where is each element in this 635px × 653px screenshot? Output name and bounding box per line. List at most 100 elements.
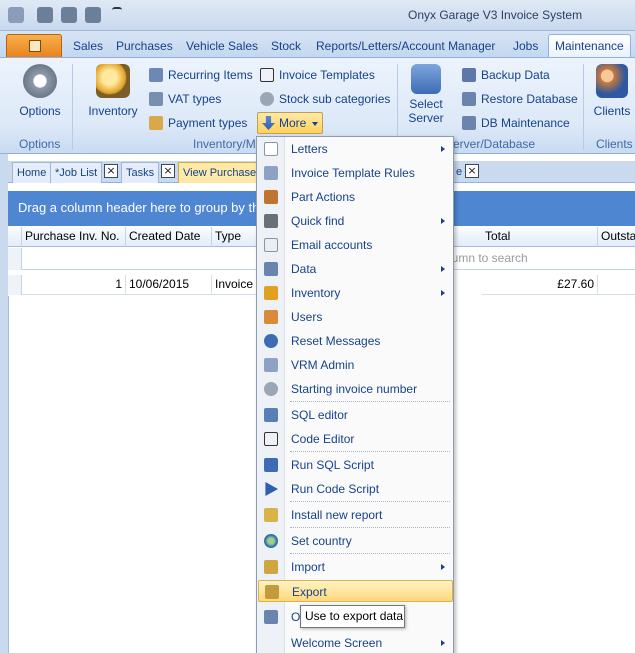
gear-icon xyxy=(264,382,278,396)
menu-item-quick-find[interactable]: Quick find xyxy=(258,210,453,232)
tab-reports[interactable]: Reports/Letters/Account Manager xyxy=(310,36,501,58)
menu-item-label: Set country xyxy=(291,534,352,548)
percent-icon xyxy=(149,92,163,106)
globe-icon xyxy=(264,534,278,548)
column-chooser-icon[interactable] xyxy=(8,227,22,247)
menu-item-welcome-screen[interactable]: Welcome Screen xyxy=(258,632,453,653)
doc-tab-tasks[interactable]: Tasks xyxy=(121,162,160,183)
gear-icon xyxy=(23,64,57,98)
import-icon xyxy=(264,560,278,574)
group-label-server: erver/Database xyxy=(453,137,536,151)
payment-types-button[interactable]: Payment types xyxy=(147,113,247,133)
close-icon[interactable]: × xyxy=(161,164,175,178)
backup-data-label: Backup Data xyxy=(481,68,550,82)
inventory-button-label: Inventory xyxy=(88,104,138,118)
menu-item-set-country[interactable]: Set country xyxy=(258,530,453,552)
menu-item-sql-editor[interactable]: SQL editor xyxy=(258,404,453,426)
pencil-list-icon xyxy=(149,68,163,82)
menu-item-vrm-admin[interactable]: VRM Admin xyxy=(258,354,453,376)
column-header-created-date[interactable]: Created Date xyxy=(126,227,212,247)
tab-stock[interactable]: Stock xyxy=(265,36,307,58)
quick-access-customize-icon[interactable] xyxy=(112,7,122,23)
stock-sub-categories-button[interactable]: Stock sub categories xyxy=(258,89,390,109)
binoculars-icon xyxy=(264,214,278,228)
menu-item-label: Users xyxy=(291,310,323,324)
payment-types-label: Payment types xyxy=(168,116,248,130)
column-header-outstanding[interactable]: Outsta xyxy=(598,227,635,247)
menu-item-label: Welcome Screen xyxy=(291,636,383,650)
menu-item-letters[interactable]: Letters xyxy=(258,138,453,160)
doc-tab-partial[interactable]: e xyxy=(452,162,466,183)
chevron-down-icon xyxy=(312,122,318,126)
cell-created-date: 10/06/2015 xyxy=(126,275,212,295)
menu-item-label: Data xyxy=(291,262,317,276)
menu-item-label: O xyxy=(291,610,301,624)
database-maintenance-icon xyxy=(462,116,476,130)
menu-item-export[interactable]: Export xyxy=(258,580,453,602)
cell-total: £27.60 xyxy=(482,275,598,295)
close-icon[interactable]: × xyxy=(465,164,479,178)
filter-hint: lumn to search xyxy=(449,251,528,265)
application-button[interactable] xyxy=(6,34,62,58)
select-server-button[interactable]: Select Server xyxy=(403,64,449,125)
db-maintenance-button[interactable]: DB Maintenance xyxy=(460,113,570,133)
group-label-options: Options xyxy=(19,137,61,151)
menu-item-email-accounts[interactable]: Email accounts xyxy=(258,234,453,256)
inventory-icon xyxy=(264,286,278,300)
column-header-purchase-inv-no[interactable]: Purchase Inv. No. xyxy=(22,227,126,247)
doc-tab-job-list[interactable]: *Job List xyxy=(50,162,103,183)
restore-database-button[interactable]: Restore Database xyxy=(460,89,578,109)
menu-item-install-new-report[interactable]: Install new report xyxy=(258,504,453,526)
tab-jobs[interactable]: Jobs xyxy=(507,36,544,58)
menu-item-part-actions[interactable]: Part Actions xyxy=(258,186,453,208)
tab-vehicle-sales[interactable]: Vehicle Sales xyxy=(180,36,264,58)
tab-purchases[interactable]: Purchases xyxy=(110,36,179,58)
recurring-items-label: Recurring Items xyxy=(168,68,253,82)
play-icon xyxy=(265,482,278,496)
tab-sales[interactable]: Sales xyxy=(67,36,109,58)
column-header-total[interactable]: Total xyxy=(482,227,598,247)
title-bar: Onyx Garage V3 Invoice System xyxy=(0,0,635,31)
menu-item-import[interactable]: Import xyxy=(258,556,453,578)
more-button[interactable]: More xyxy=(257,112,323,134)
left-strip xyxy=(0,154,8,653)
recurring-items-button[interactable]: Recurring Items xyxy=(147,65,253,85)
database-restore-icon xyxy=(462,92,476,106)
select-server-label-line1: Select xyxy=(409,97,443,111)
group-separator xyxy=(72,64,73,150)
inventory-button[interactable]: Inventory xyxy=(84,64,142,118)
payment-icon xyxy=(149,116,163,130)
group-separator xyxy=(583,64,584,150)
menu-item-starting-invoice-number[interactable]: Starting invoice number xyxy=(258,378,453,400)
template-icon xyxy=(260,68,274,82)
install-icon xyxy=(264,508,278,522)
quick-access-tools-icon[interactable] xyxy=(85,7,101,23)
vat-types-button[interactable]: VAT types xyxy=(147,89,221,109)
menu-item-run-code-script[interactable]: Run Code Script xyxy=(258,478,453,500)
options-button-label: Options xyxy=(19,104,61,118)
options-button[interactable]: Options xyxy=(14,64,66,118)
pencil-document-icon xyxy=(264,166,278,180)
menu-item-code-editor[interactable]: Code Editor xyxy=(258,428,453,450)
doc-tab-home[interactable]: Home xyxy=(12,162,52,183)
menu-item-inventory[interactable]: Inventory xyxy=(258,282,453,304)
backup-data-button[interactable]: Backup Data xyxy=(460,65,550,85)
menu-item-run-sql-script[interactable]: Run SQL Script xyxy=(258,454,453,476)
tab-maintenance[interactable]: Maintenance xyxy=(548,34,631,59)
close-icon[interactable]: × xyxy=(104,164,118,178)
menu-item-reset-messages[interactable]: Reset Messages xyxy=(258,330,453,352)
doc-tab-view-purchase[interactable]: View Purchase xyxy=(178,162,262,183)
clients-button[interactable]: Clients xyxy=(590,64,634,118)
server-icon xyxy=(411,64,441,94)
chevron-right-icon xyxy=(441,640,445,646)
menu-item-label: Inventory xyxy=(291,286,341,300)
menu-item-data[interactable]: Data xyxy=(258,258,453,280)
menu-item-invoice-template-rules[interactable]: Invoice Template Rules xyxy=(258,162,453,184)
quick-access-new-icon[interactable] xyxy=(37,7,53,23)
menu-item-users[interactable]: Users xyxy=(258,306,453,328)
invoice-templates-button[interactable]: Invoice Templates xyxy=(258,65,375,85)
app-menu-icon[interactable] xyxy=(8,7,24,23)
restore-database-label: Restore Database xyxy=(481,92,578,106)
brush-icon xyxy=(264,190,278,204)
quick-access-print-icon[interactable] xyxy=(61,7,77,23)
